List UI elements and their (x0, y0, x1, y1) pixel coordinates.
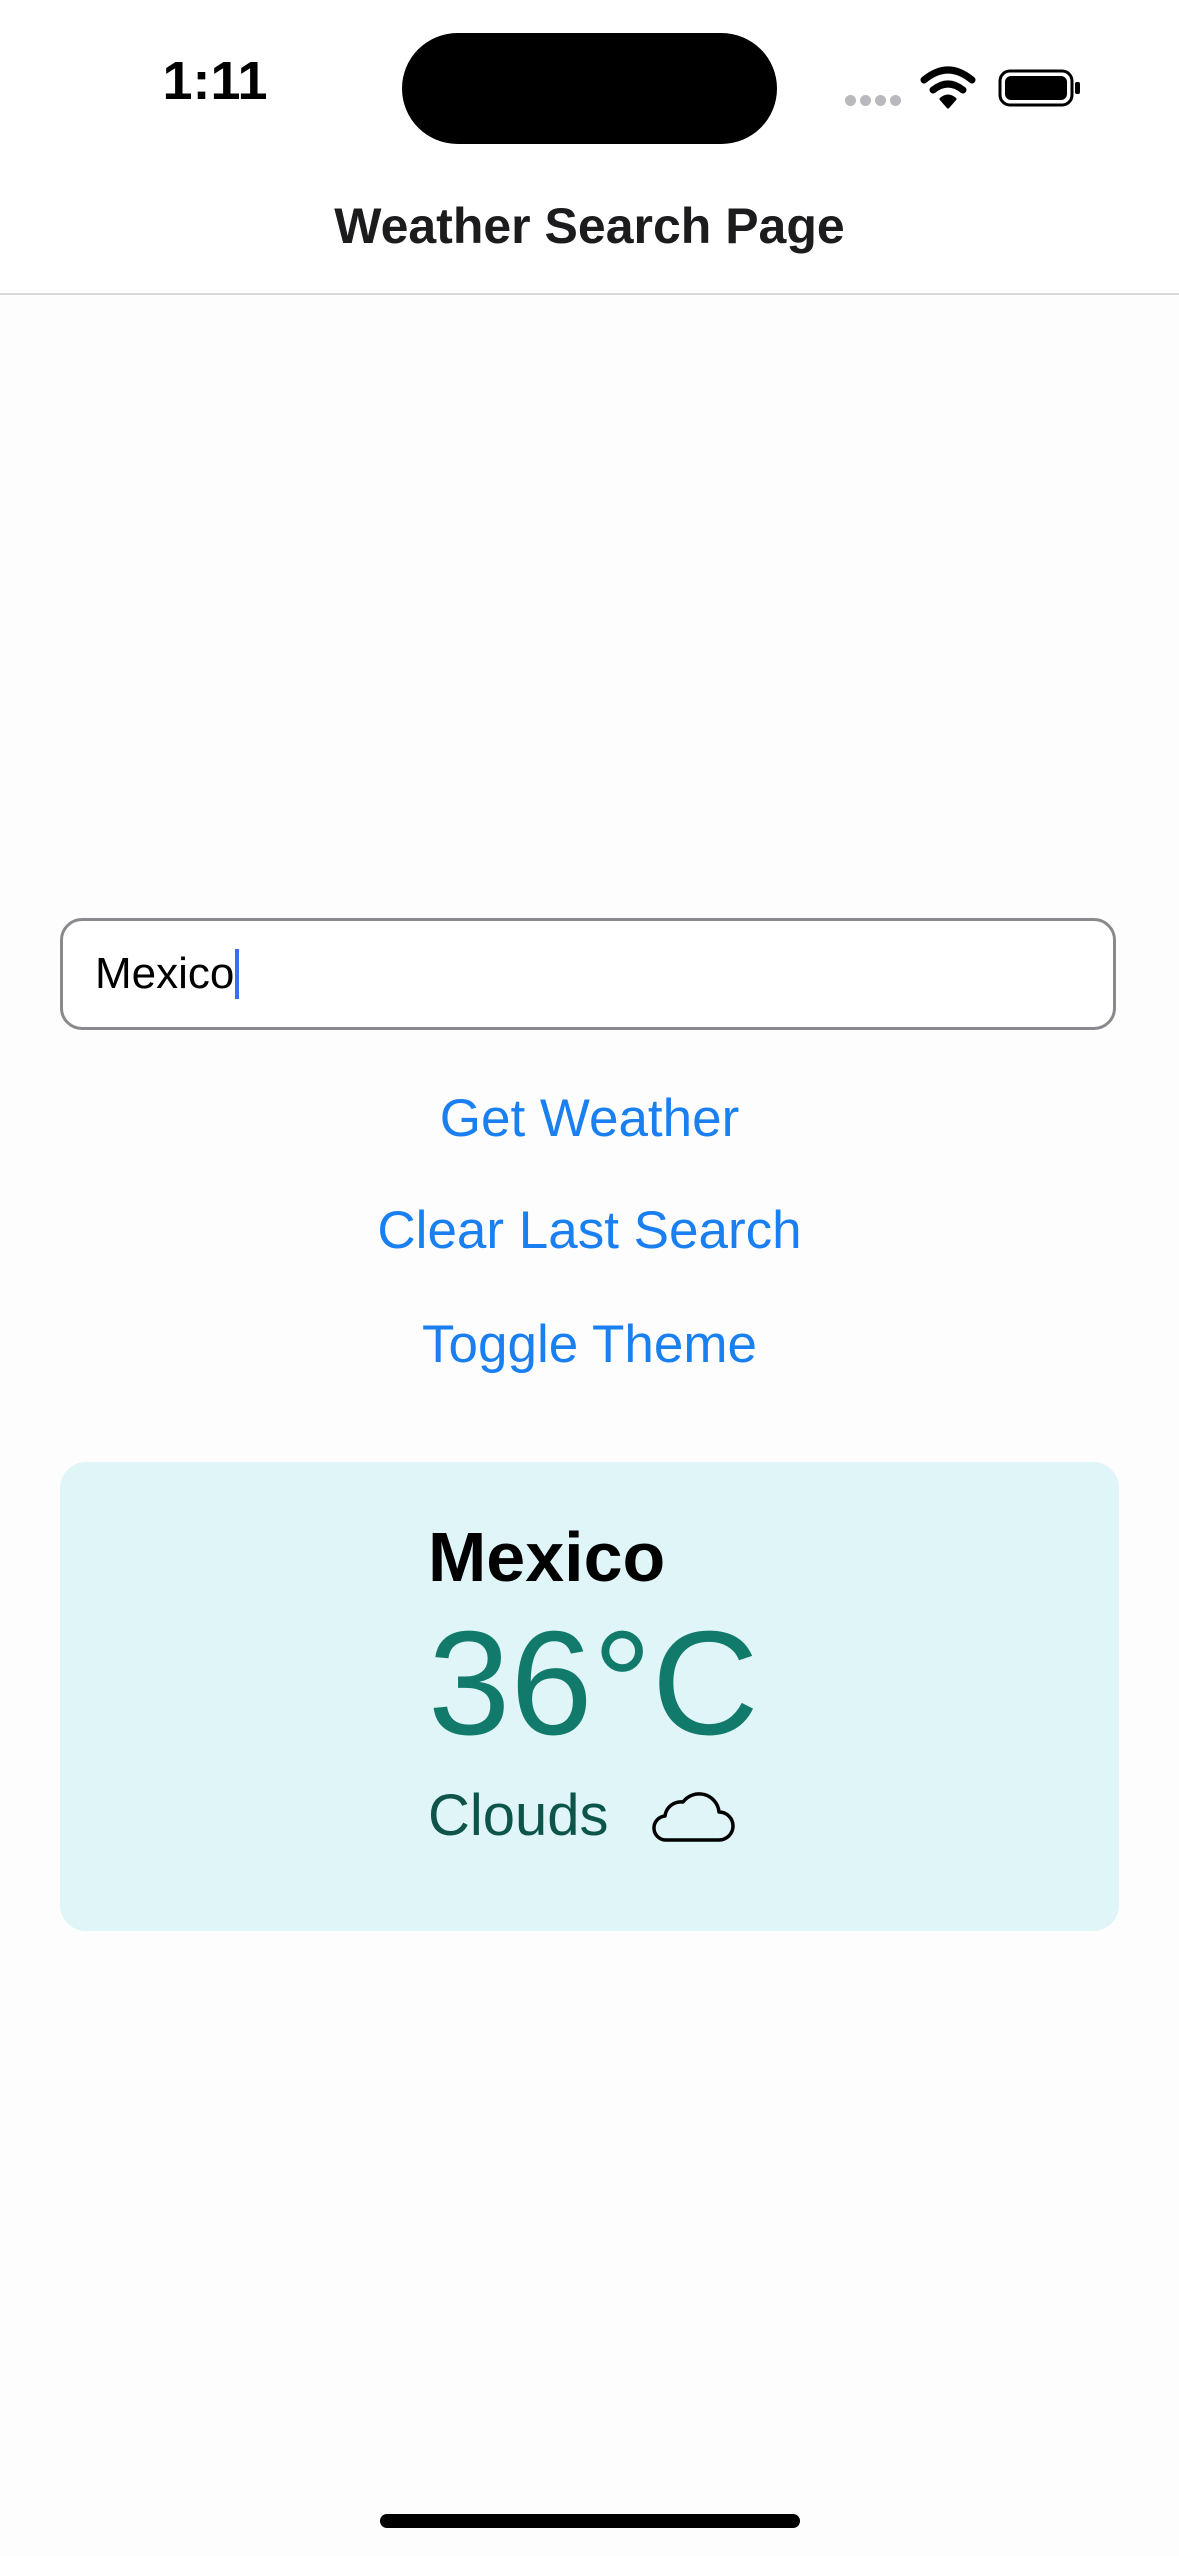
condition-row: Clouds (428, 1786, 1028, 1846)
status-time: 1:11 (162, 51, 268, 111)
weather-condition: Clouds (428, 1783, 609, 1848)
wifi-icon (920, 66, 976, 109)
weather-card-content: Mexico 36°C Clouds (428, 1522, 1028, 1846)
cloud-icon (651, 1792, 735, 1842)
weather-card: Mexico 36°C Clouds (60, 1462, 1119, 1931)
navigation-header: Weather Search Page (0, 175, 1179, 295)
search-input-value: Mexico (95, 949, 235, 998)
temperature: 36°C (428, 1601, 759, 1766)
clear-last-search-button[interactable]: Clear Last Search (0, 1200, 1179, 1261)
text-caret (235, 949, 240, 999)
get-weather-button[interactable]: Get Weather (0, 1088, 1179, 1149)
city-search-input[interactable]: Mexico (60, 918, 1116, 1030)
page-title: Weather Search Page (334, 198, 845, 254)
cellular-signal-icon (845, 93, 905, 107)
home-indicator[interactable] (380, 2514, 800, 2528)
city-name: Mexico (428, 1518, 666, 1596)
status-bar: 1:11 (0, 0, 1179, 175)
dynamic-island (402, 33, 777, 144)
battery-icon (998, 69, 1080, 107)
toggle-theme-button[interactable]: Toggle Theme (0, 1314, 1179, 1375)
